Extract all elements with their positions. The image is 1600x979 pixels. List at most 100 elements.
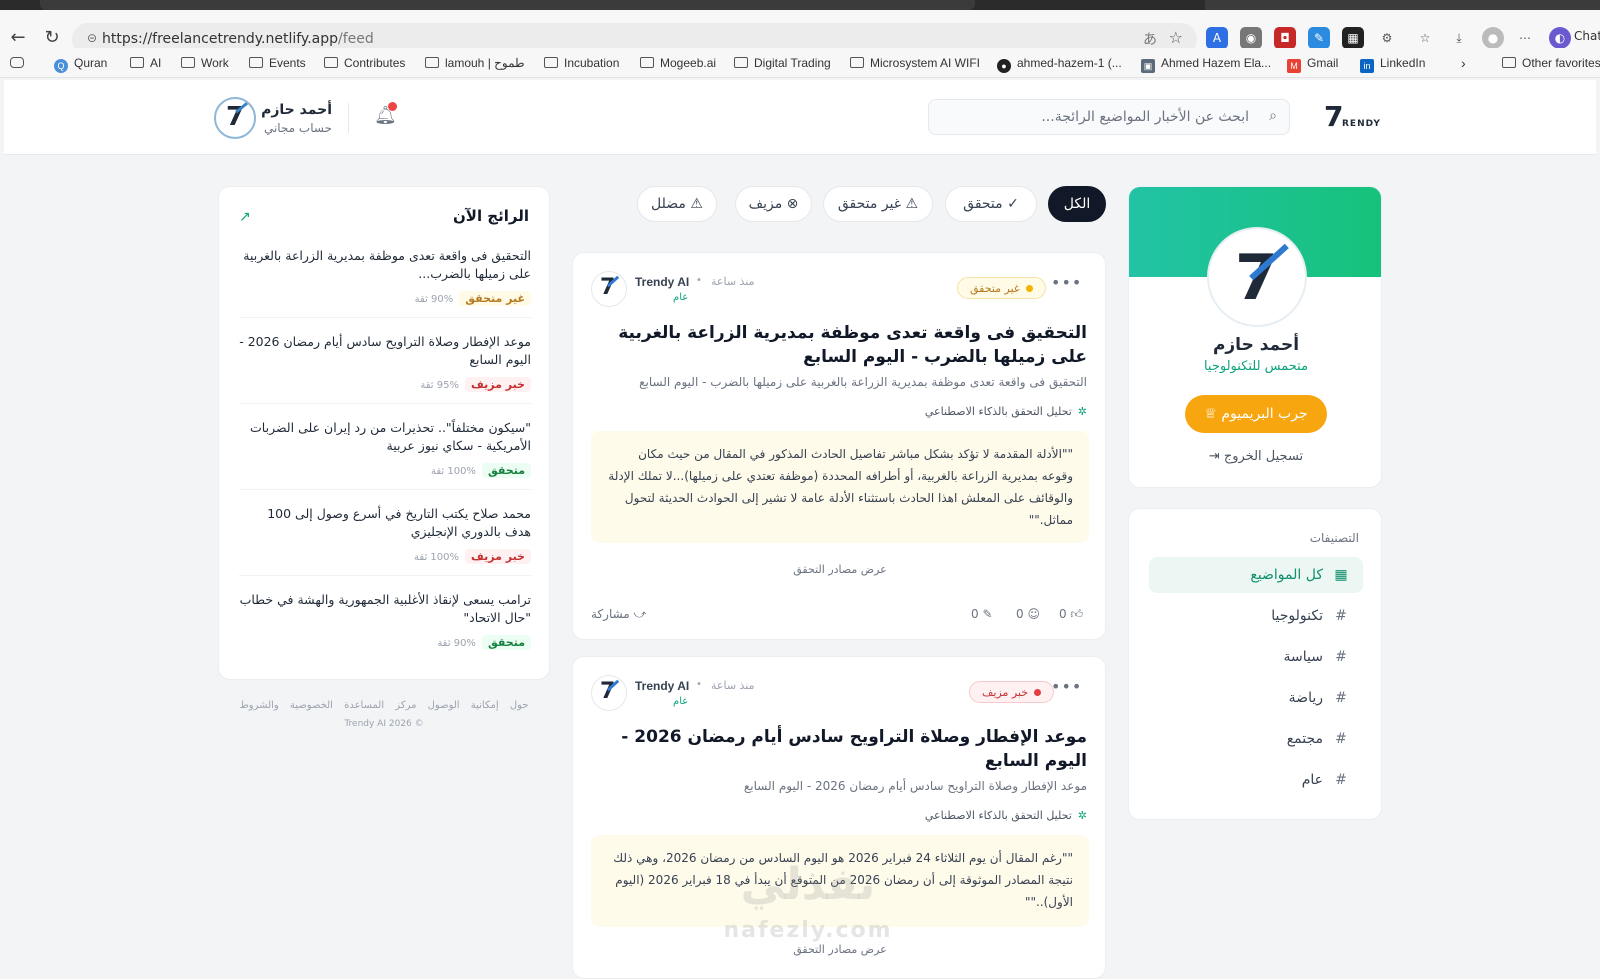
hash-icon: #: [1335, 690, 1347, 706]
divider: [239, 317, 531, 318]
post-title[interactable]: التحقيق فى واقعة تعدى موظفة بمديرية الزر…: [617, 321, 1087, 369]
copilot-icon[interactable]: ◐: [1549, 27, 1571, 49]
favorites-icon[interactable]: ☆: [1414, 27, 1436, 49]
avatar: 7: [591, 675, 627, 711]
trending-item-title: التحقيق فى واقعة تعدى موظفة بمديرية الزر…: [243, 248, 531, 281]
bookmark-folder-ai[interactable]: AI: [130, 54, 161, 72]
profile-name: أحمد حازم: [1212, 335, 1300, 355]
search-icon[interactable]: ⌕: [1269, 108, 1277, 124]
browser-tab-area[interactable]: [1205, 0, 1600, 10]
neutral-button[interactable]: 0 ☺: [1016, 607, 1040, 621]
header-user-menu[interactable]: 7 أحمد حازم حساب مجاني: [214, 97, 332, 141]
status-badge: خبر مزيف: [465, 549, 531, 564]
more-options-icon[interactable]: •••: [1051, 677, 1082, 696]
folder-icon: [544, 57, 558, 68]
bookmarks-overflow-chevron-icon[interactable]: ›: [1461, 54, 1466, 72]
copyright: Trendy AI 2026 ©: [344, 719, 424, 729]
bookmark-gmail[interactable]: M Gmail: [1287, 54, 1338, 73]
category-sports[interactable]: #رياضة: [1149, 680, 1363, 716]
menu-dots-icon[interactable]: ⋯: [1514, 27, 1536, 49]
category-politics[interactable]: #سياسة: [1149, 639, 1363, 675]
trending-item[interactable]: التحقيق فى واقعة تعدى موظفة بمديرية الزر…: [239, 247, 531, 306]
filter-all[interactable]: الكل: [1048, 186, 1106, 222]
post-actions: مشاركة ⤻ 0 ✎ 0 ☺ 0 👍︎: [591, 605, 1089, 627]
share-button[interactable]: مشاركة ⤻: [591, 607, 646, 622]
footer-link-about[interactable]: حول: [510, 700, 529, 711]
logout-button[interactable]: ⇥ تسجيل الخروج: [1129, 449, 1381, 464]
filter-verified[interactable]: ✓ متحقق: [945, 186, 1037, 222]
camera-extension-icon[interactable]: ◉: [1240, 27, 1262, 49]
footer-link-privacy[interactable]: الخصوصية والشروط: [240, 700, 333, 711]
trending-item[interactable]: محمد صلاح يكتب التاريخ في أسرع وصول إلى …: [239, 505, 531, 564]
filter-misleading[interactable]: ⚠ مضلل: [637, 186, 717, 222]
trendy-logo[interactable]: 7 RENDY: [1324, 103, 1380, 133]
bookmark-folder-lamouh[interactable]: lamouh | طموح: [425, 54, 525, 72]
ai-analysis-label: ✲تحليل التحقق بالذكاء الاصطناعي: [924, 405, 1087, 418]
post-title[interactable]: موعد الإفطار وصلاة التراويح سادس أيام رم…: [617, 725, 1087, 773]
post-time: منذ ساعة: [711, 275, 755, 288]
crown-icon: ♕: [1204, 406, 1222, 422]
bookmark-quran[interactable]: Q Quran: [54, 54, 107, 73]
bookmark-folder-incubation[interactable]: Incubation: [544, 54, 619, 72]
category-society[interactable]: #مجتمع: [1149, 721, 1363, 757]
bookmark-folder-microsystem[interactable]: Microsystem AI WIFI: [850, 54, 980, 72]
translate-extension-icon[interactable]: A: [1206, 27, 1228, 49]
footer-link-help[interactable]: مركز المساعدة: [344, 700, 416, 711]
extension-icon[interactable]: ✎: [1308, 27, 1330, 49]
avatar[interactable]: 7: [214, 97, 256, 139]
search-input[interactable]: ابحث عن الأخبار المواضيع الرائجة... ⌕: [928, 99, 1290, 135]
hash-icon: #: [1335, 772, 1347, 788]
filter-unverified[interactable]: ⚠ غير متحقق: [823, 186, 933, 222]
broken-icon: ✎: [982, 607, 993, 621]
more-options-icon[interactable]: •••: [1051, 273, 1082, 292]
bookmark-ahmed-hazem[interactable]: ▣ Ahmed Hazem Ela...: [1141, 54, 1271, 73]
bookmark-other-favorites[interactable]: Other favorites: [1502, 54, 1600, 72]
profile-avatar[interactable]: 7: [1209, 229, 1305, 325]
chat-label[interactable]: Chat: [1574, 29, 1600, 43]
bookmark-folder-work[interactable]: Work: [181, 54, 229, 72]
bookmark-folder-events[interactable]: Events: [249, 54, 306, 72]
trending-item[interactable]: ترامب يسعى لإنقاذ الأغلبية الجمهورية وال…: [239, 591, 531, 650]
smile-icon: ☺: [1027, 607, 1040, 621]
header-user-plan: حساب مجاني: [263, 121, 332, 135]
extension-icon-2[interactable]: ▦: [1342, 27, 1364, 49]
site-info-icon[interactable]: ⊝: [84, 30, 100, 46]
status-badge: متحقق: [481, 635, 531, 650]
category-all[interactable]: ▦كل المواضيع: [1149, 557, 1363, 593]
downloads-icon[interactable]: ⤓: [1448, 27, 1470, 49]
post-author[interactable]: 7 Trendy AI • منذ ساعة عام: [591, 271, 771, 307]
category-general[interactable]: #عام: [1149, 762, 1363, 798]
back-icon[interactable]: ←: [8, 28, 28, 48]
bookmark-star-icon[interactable]: ☆: [1169, 28, 1183, 47]
trending-item[interactable]: "سيكون مختلفاً".. تحذيرات من رد إيران عل…: [239, 419, 531, 478]
ublock-extension-icon[interactable]: ◘: [1274, 27, 1296, 49]
reload-icon[interactable]: ↻: [42, 28, 62, 48]
status-badge: خبر مزيف: [465, 377, 531, 392]
footer-link-accessibility[interactable]: إمكانية الوصول: [428, 700, 499, 711]
bookmark-folder-mogeeb[interactable]: Mogeeb.ai: [640, 54, 716, 72]
trendy-logo-mark-icon: 7: [1324, 100, 1344, 133]
avatar: 7: [591, 271, 627, 307]
notifications-bell-icon[interactable]: 🔔︎: [374, 102, 397, 128]
category-technology[interactable]: #تكنولوجيا: [1149, 598, 1363, 634]
post-card: 7 Trendy AI • منذ ساعة عام غير متحقق •••…: [572, 252, 1106, 640]
bookmark-menu-icon[interactable]: [10, 54, 30, 72]
like-button[interactable]: 0 👍︎: [1059, 607, 1083, 622]
translate-icon[interactable]: あ: [1143, 29, 1157, 49]
view-sources-link[interactable]: عرض مصادر التحقق: [573, 563, 1105, 576]
filter-fake[interactable]: ⊗ مزيف: [735, 186, 812, 222]
extensions-puzzle-icon[interactable]: ⚙: [1376, 27, 1398, 49]
warning-icon: ⚠: [685, 196, 703, 212]
browser-tab[interactable]: [40, 0, 975, 10]
bookmark-linkedin[interactable]: in LinkedIn: [1360, 54, 1425, 73]
try-premium-button[interactable]: ♕ جرب البريميوم: [1185, 395, 1327, 433]
bookmark-github[interactable]: ● ahmed-hazem-1 (...: [997, 54, 1122, 73]
post-author[interactable]: 7 Trendy AI • منذ ساعة عام: [591, 675, 771, 711]
trending-item[interactable]: موعد الإفطار وصلاة التراويح سادس أيام رم…: [239, 333, 531, 392]
dislike-button[interactable]: 0 ✎: [971, 607, 993, 621]
bookmark-folder-digital-trading[interactable]: Digital Trading: [734, 54, 831, 72]
profile-avatar-icon[interactable]: ●: [1482, 27, 1504, 49]
status-badge: غير متحقق: [459, 291, 531, 306]
site-favicon-icon: ▣: [1141, 59, 1155, 73]
bookmark-folder-contributes[interactable]: Contributes: [324, 54, 405, 72]
